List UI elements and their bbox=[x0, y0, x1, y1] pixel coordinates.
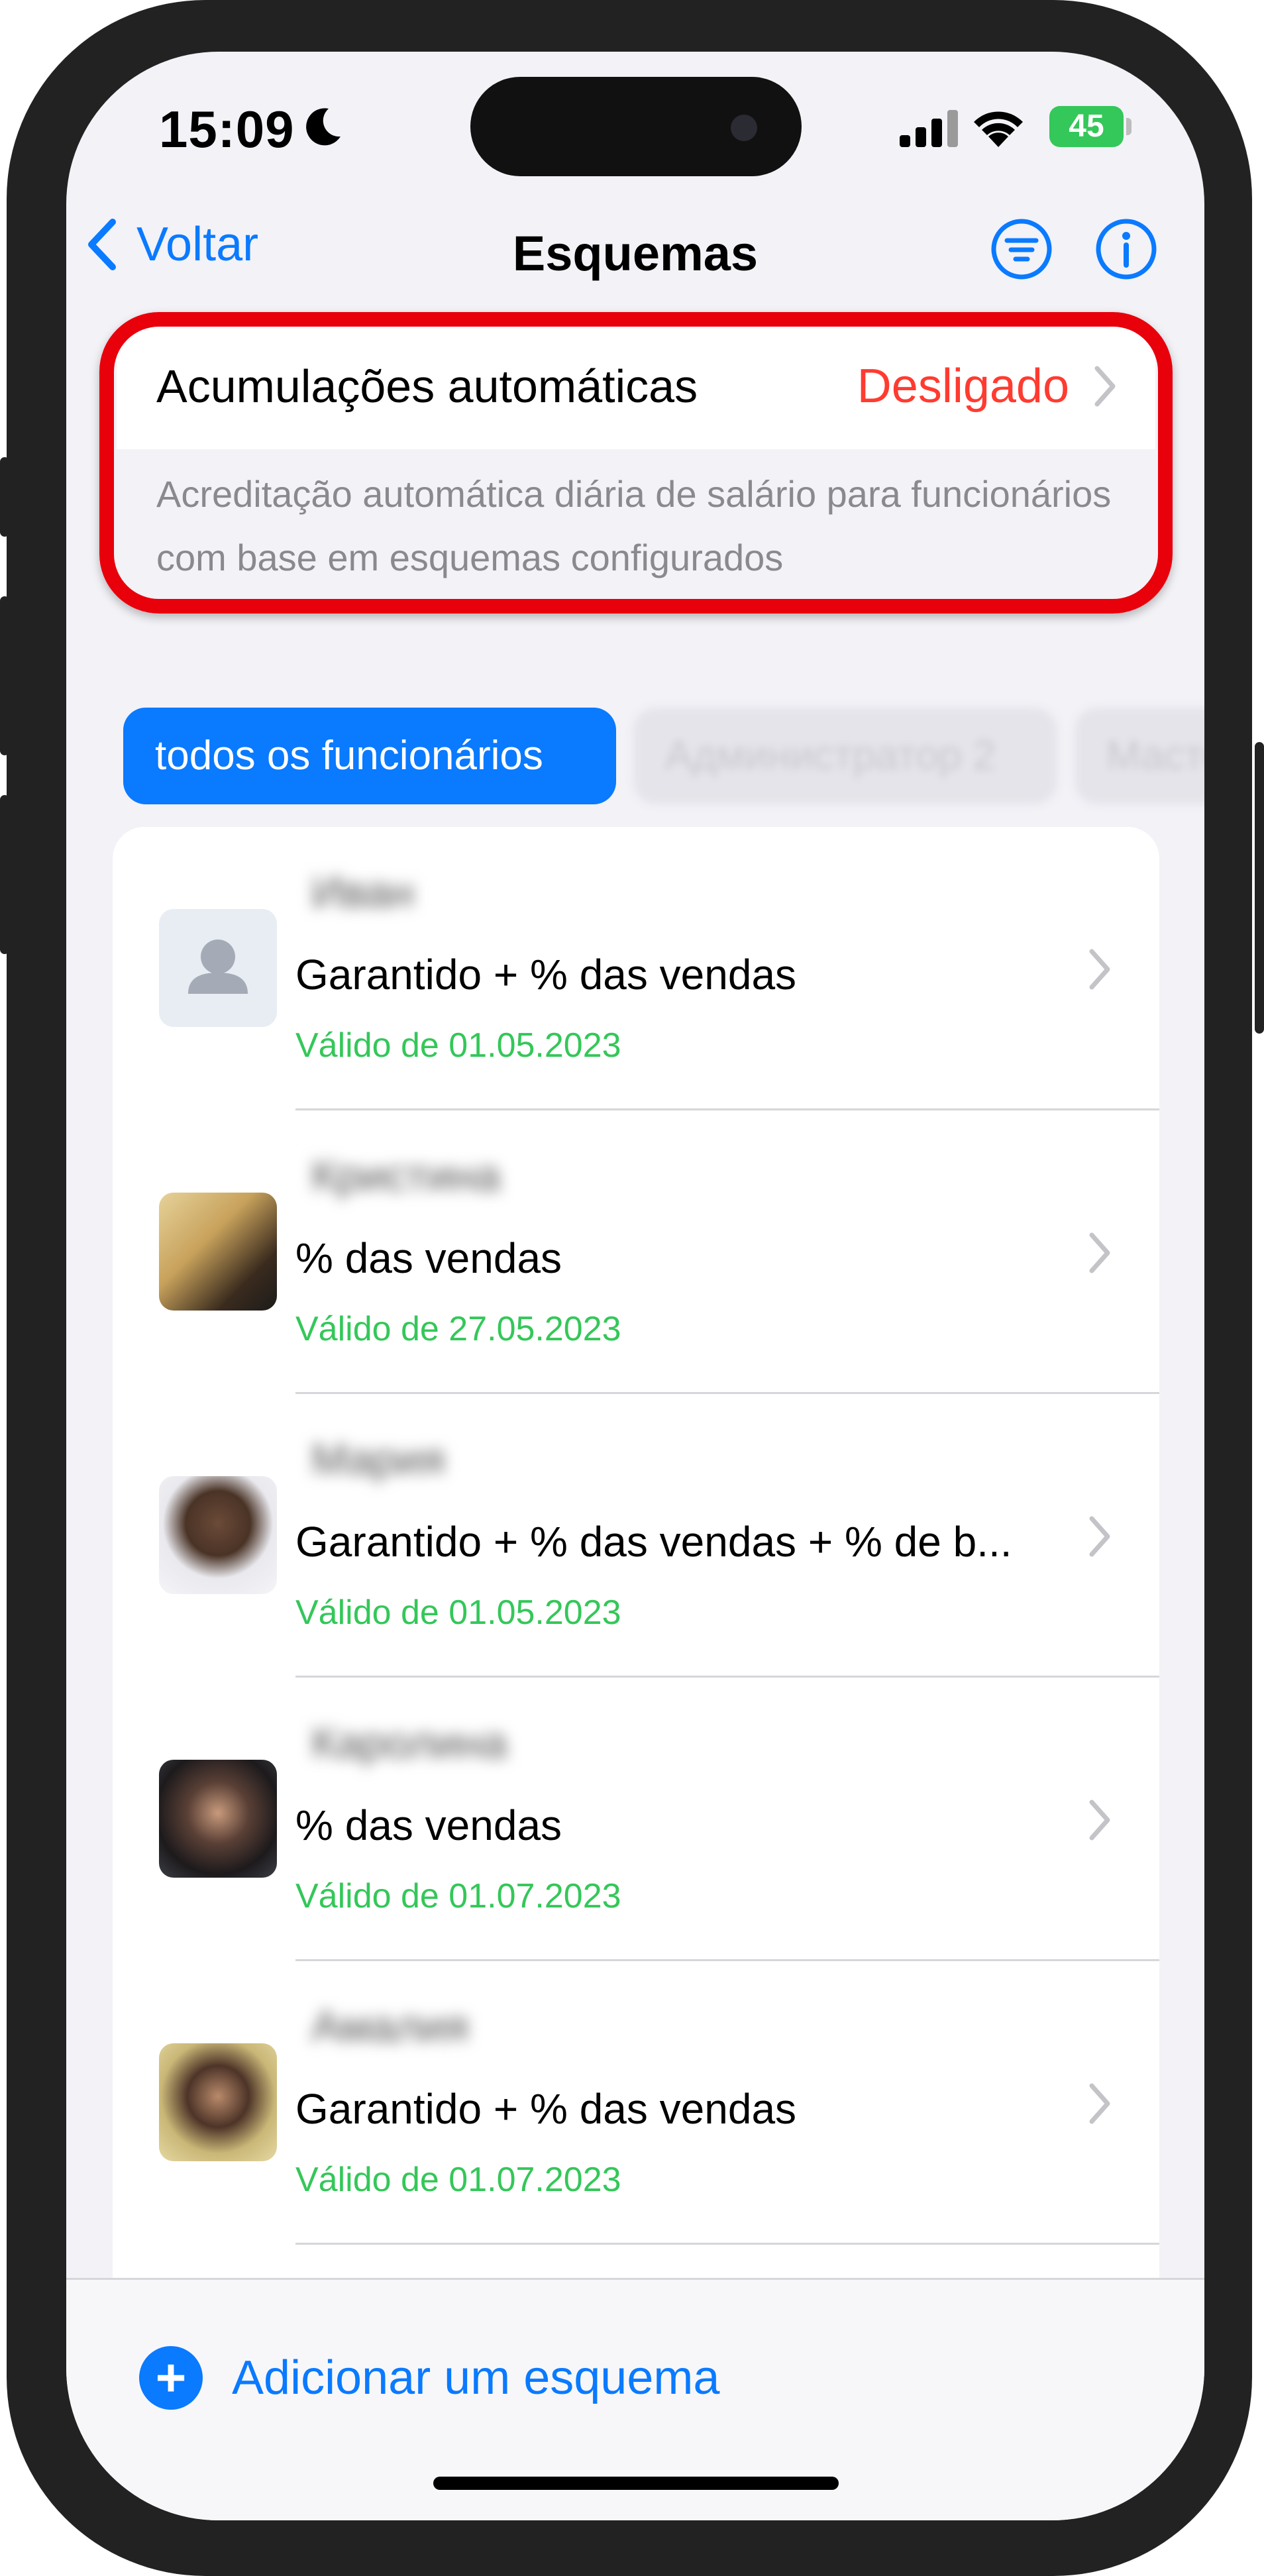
cellular-signal-icon bbox=[900, 110, 958, 147]
employee-name: Иван bbox=[311, 867, 414, 916]
battery-icon: 45 bbox=[1049, 106, 1124, 147]
list-item[interactable]: Каролина % das vendas Válido de 01.07.20… bbox=[113, 1678, 1159, 1961]
employee-name: Мария bbox=[311, 1434, 445, 1483]
screen: 15:09 45 Voltar Esquemas Acumulações aut… bbox=[66, 52, 1204, 2520]
scheme-name: % das vendas bbox=[295, 1801, 562, 1849]
list-item[interactable]: Иван Garantido + % das vendas Válido de … bbox=[113, 827, 1159, 1110]
add-scheme-button[interactable]: + Adicionar um esquema bbox=[139, 2346, 719, 2410]
filter-chip-master[interactable]: Мастер bbox=[1075, 708, 1204, 804]
avatar bbox=[159, 1193, 277, 1311]
employee-name: Амалия bbox=[311, 2002, 469, 2051]
list-item[interactable]: Амалия Garantido + % das vendas Válido d… bbox=[113, 1961, 1159, 2245]
home-indicator[interactable] bbox=[433, 2477, 839, 2490]
avatar bbox=[159, 1476, 277, 1594]
chevron-right-icon bbox=[1089, 2083, 1110, 2124]
chevron-right-icon bbox=[1089, 1516, 1110, 1557]
employee-list: Иван Garantido + % das vendas Válido de … bbox=[113, 827, 1159, 2417]
highlight-frame bbox=[99, 312, 1173, 614]
add-scheme-label: Adicionar um esquema bbox=[232, 2351, 720, 2404]
filter-chip-all[interactable]: todos os funcionários bbox=[123, 708, 616, 804]
scheme-name: Garantido + % das vendas bbox=[295, 951, 797, 998]
info-icon[interactable] bbox=[1093, 216, 1159, 282]
volume-down-button bbox=[0, 795, 9, 954]
employee-name: Кристина bbox=[311, 1151, 501, 1200]
scheme-name: % das vendas bbox=[295, 1234, 562, 1282]
chevron-right-icon bbox=[1089, 1232, 1110, 1273]
volume-up-button bbox=[0, 596, 9, 755]
filter-chip-admin[interactable]: Администратор 2 bbox=[633, 708, 1057, 804]
camera-dot bbox=[731, 115, 757, 141]
valid-from: Válido de 01.07.2023 bbox=[295, 1877, 621, 1915]
divider bbox=[295, 2243, 1159, 2245]
power-button bbox=[1255, 742, 1264, 1034]
action-button bbox=[0, 457, 9, 537]
chevron-right-icon bbox=[1089, 1799, 1110, 1841]
valid-from: Válido de 01.05.2023 bbox=[295, 1026, 621, 1065]
status-time: 15:09 bbox=[159, 100, 295, 158]
avatar bbox=[159, 2043, 277, 2161]
valid-from: Válido de 27.05.2023 bbox=[295, 1310, 621, 1348]
scheme-name: Garantido + % das vendas bbox=[295, 2085, 797, 2133]
plus-icon: + bbox=[139, 2346, 203, 2410]
valid-from: Válido de 01.05.2023 bbox=[295, 1593, 621, 1632]
avatar bbox=[159, 1760, 277, 1878]
chevron-right-icon bbox=[1089, 949, 1110, 990]
employee-name: Каролина bbox=[311, 1718, 507, 1767]
phone-frame: 15:09 45 Voltar Esquemas Acumulações aut… bbox=[7, 0, 1252, 2576]
list-item[interactable]: Мария Garantido + % das vendas + % de b.… bbox=[113, 1394, 1159, 1678]
avatar bbox=[159, 909, 277, 1027]
filter-icon[interactable] bbox=[988, 216, 1055, 282]
valid-from: Válido de 01.07.2023 bbox=[295, 2161, 621, 2199]
scheme-name: Garantido + % das vendas + % de b... bbox=[295, 1518, 1012, 1566]
battery-cap bbox=[1126, 118, 1132, 135]
person-placeholder-icon bbox=[188, 939, 248, 994]
wifi-icon bbox=[974, 111, 1023, 147]
moon-icon bbox=[306, 108, 341, 146]
list-item[interactable]: Кристина % das vendas Válido de 27.05.20… bbox=[113, 1110, 1159, 1394]
battery-level: 45 bbox=[1069, 109, 1104, 144]
